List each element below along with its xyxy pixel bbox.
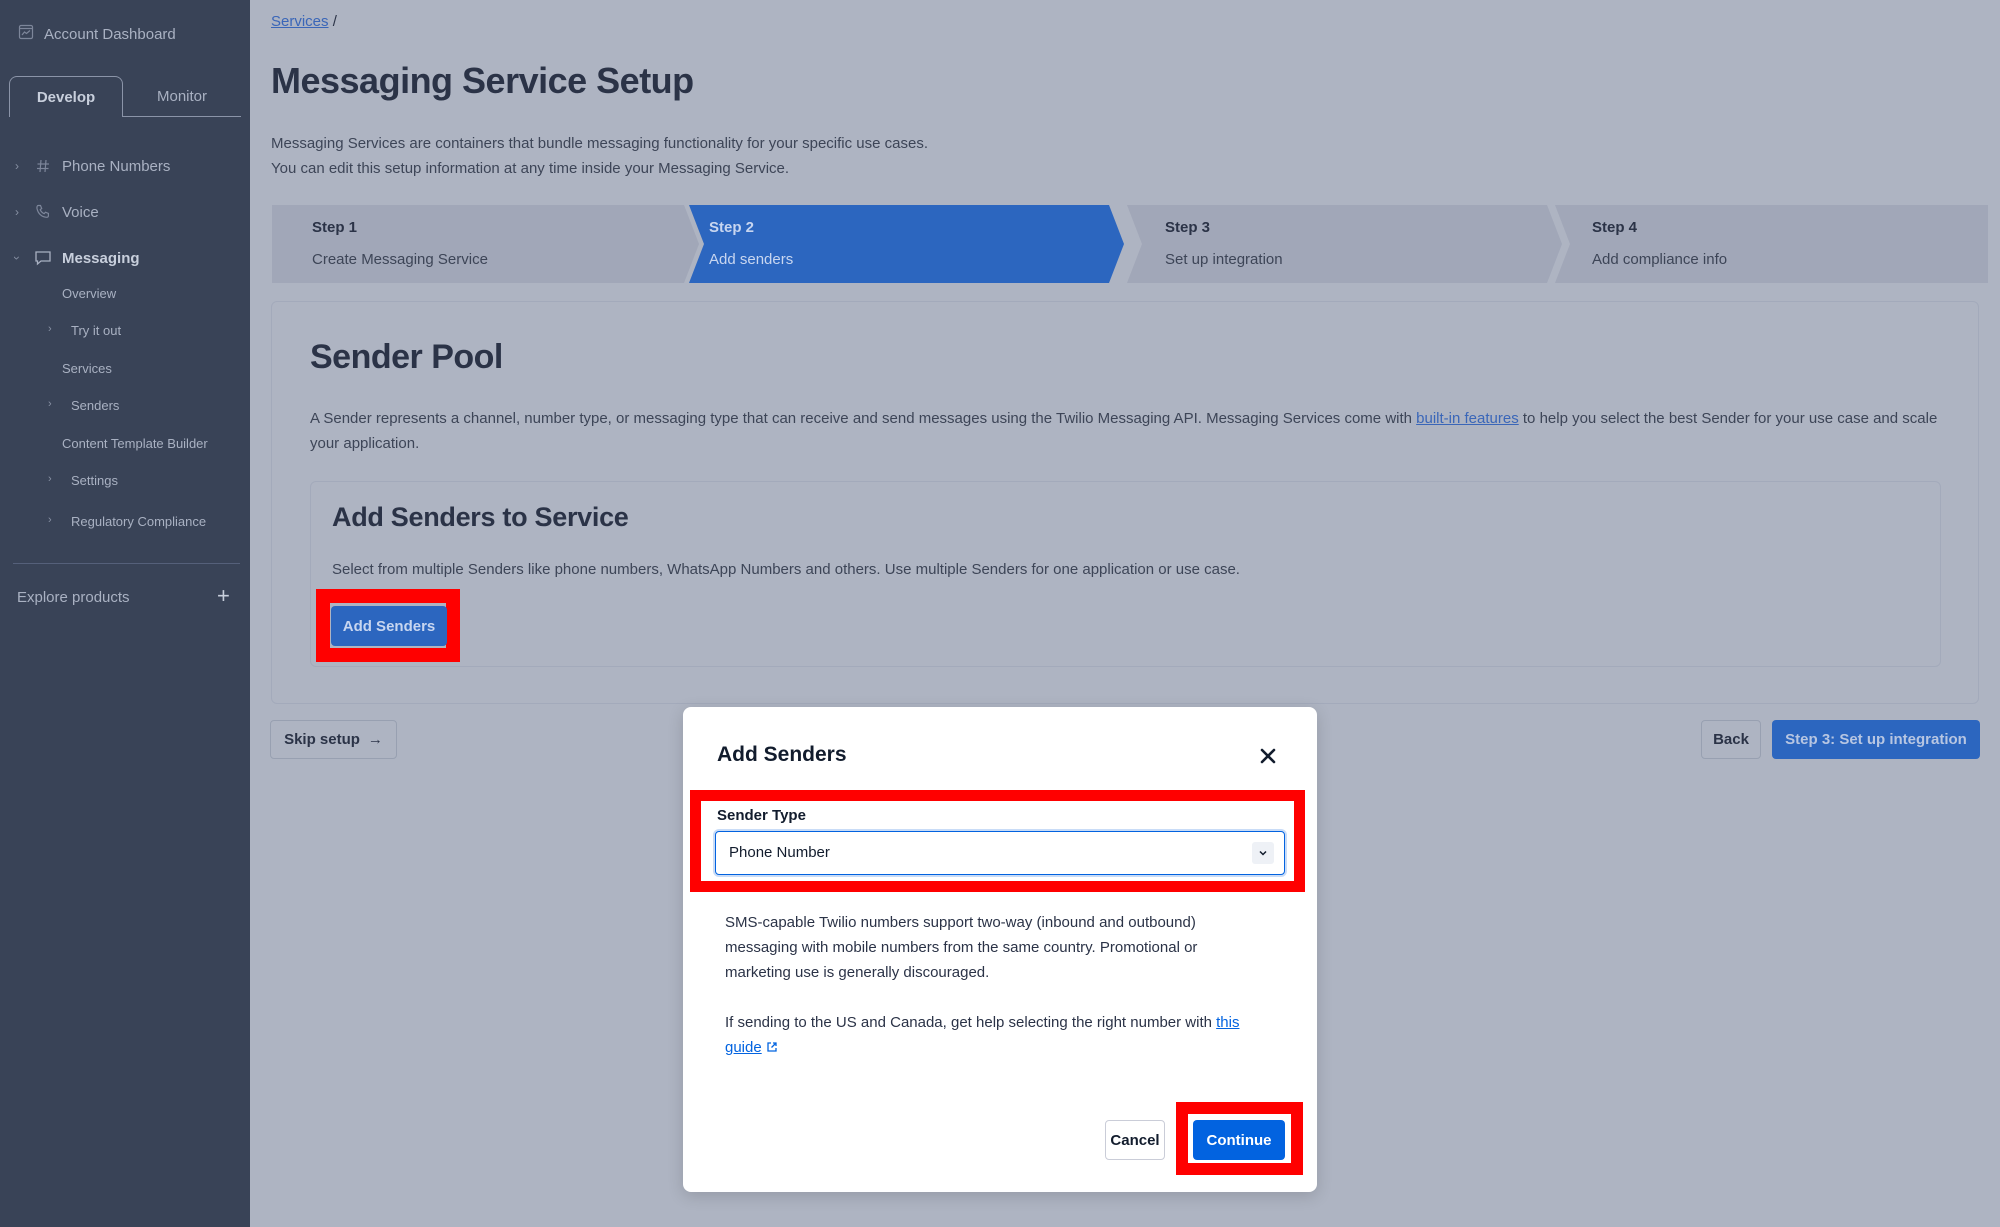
- step-subtitle: Add senders: [709, 251, 794, 268]
- back-button[interactable]: Back: [1701, 720, 1761, 759]
- step-subtitle: Add compliance info: [1592, 251, 1728, 268]
- page-description-line: Messaging Services are containers that b…: [271, 135, 929, 152]
- sender-type-value: Phone Number: [729, 844, 830, 861]
- continue-button[interactable]: Continue: [1193, 1120, 1285, 1160]
- add-senders-description: Select from multiple Senders like phone …: [332, 561, 1240, 578]
- hash-icon: [34, 157, 52, 175]
- step-2: Step 2 Add senders: [689, 205, 1134, 283]
- modal-body: SMS-capable Twilio numbers support two-w…: [725, 910, 1265, 1086]
- sender-type-select[interactable]: Phone Number: [715, 831, 1285, 875]
- sidebar: Account Dashboard Develop Monitor › Phon…: [0, 0, 250, 1227]
- close-icon[interactable]: [1255, 743, 1281, 769]
- setup-stepper: Step 1 Create Messaging Service Step 2 A…: [272, 205, 1988, 283]
- step-1: Step 1 Create Messaging Service: [272, 205, 699, 283]
- sidebar-item-voice[interactable]: › Voice: [0, 200, 250, 224]
- sidebar-subitem-label: Try it out: [71, 323, 122, 338]
- sidebar-subitem-label: Regulatory Compliance: [71, 514, 207, 529]
- sidebar-item-messaging[interactable]: › Messaging: [0, 246, 250, 270]
- breadcrumb-separator: /: [332, 13, 337, 30]
- account-dashboard-label: Account Dashboard: [44, 25, 176, 43]
- step-4-shape: [1555, 205, 1988, 283]
- sidebar-subitem-overview[interactable]: Overview: [0, 286, 250, 306]
- add-senders-button[interactable]: Add Senders: [331, 606, 447, 646]
- sidebar-tabs: Develop Monitor: [9, 76, 241, 117]
- sender-pool-card: Sender Pool A Sender represents a channe…: [271, 301, 1979, 704]
- chevron-right-icon: ›: [48, 514, 52, 526]
- chevron-down-icon: [1252, 842, 1274, 864]
- sidebar-subitem-label: Content Template Builder: [62, 436, 208, 451]
- tab-monitor[interactable]: Monitor: [123, 76, 241, 117]
- add-senders-modal: Add Senders Sender Type Phone Number SMS…: [683, 707, 1317, 1192]
- page-description-line: You can edit this setup information at a…: [271, 160, 790, 177]
- sidebar-subitem-settings[interactable]: › Settings: [0, 473, 250, 493]
- sidebar-subitem-senders[interactable]: › Senders: [0, 398, 250, 418]
- breadcrumb: Services /: [271, 13, 337, 30]
- step-title: Step 4: [1592, 219, 1638, 236]
- sidebar-subitem-label: Senders: [71, 398, 120, 413]
- chat-icon: [34, 249, 52, 267]
- step-subtitle: Create Messaging Service: [312, 251, 488, 268]
- phone-icon: [34, 203, 52, 221]
- dashboard-icon: [18, 24, 34, 44]
- sidebar-item-label: Voice: [62, 203, 99, 221]
- sidebar-subitem-label: Services: [62, 361, 112, 376]
- guide-paragraph: If sending to the US and Canada, get hel…: [725, 1010, 1265, 1061]
- step-3: Step 3 Set up integration: [1127, 205, 1562, 283]
- chevron-down-icon: ›: [10, 256, 24, 260]
- chevron-right-icon: ›: [48, 323, 52, 335]
- step-title: Step 3: [1165, 219, 1211, 236]
- explore-products-link[interactable]: Explore products: [17, 589, 130, 606]
- step-4: Step 4 Add compliance info: [1555, 205, 1988, 283]
- page-title: Messaging Service Setup: [271, 60, 694, 101]
- sender-pool-title: Sender Pool: [310, 338, 503, 376]
- skip-setup-label: Skip setup: [284, 731, 360, 748]
- chevron-right-icon: ›: [48, 473, 52, 485]
- plus-icon[interactable]: +: [217, 583, 230, 609]
- cancel-button[interactable]: Cancel: [1105, 1120, 1165, 1160]
- sidebar-subitem-try-it-out[interactable]: › Try it out: [0, 323, 250, 343]
- next-step-button[interactable]: Step 3: Set up integration: [1772, 720, 1980, 759]
- sidebar-subitem-services[interactable]: Services: [0, 361, 250, 381]
- guide-text: If sending to the US and Canada, get hel…: [725, 1014, 1217, 1031]
- tab-develop[interactable]: Develop: [9, 76, 123, 117]
- step-subtitle: Set up integration: [1165, 251, 1283, 268]
- sidebar-subitem-label: Settings: [71, 473, 118, 488]
- step-title: Step 2: [709, 219, 755, 236]
- skip-setup-button[interactable]: Skip setup →: [270, 720, 397, 759]
- step-2-shape: [689, 205, 1124, 283]
- external-link-icon[interactable]: [766, 1036, 778, 1061]
- chevron-right-icon: ›: [15, 205, 19, 219]
- step-1-shape: [272, 205, 699, 283]
- sender-pool-description: A Sender represents a channel, number ty…: [310, 406, 1950, 456]
- breadcrumb-services-link[interactable]: Services: [271, 13, 329, 30]
- sidebar-subitem-regulatory-compliance[interactable]: › Regulatory Compliance: [0, 514, 250, 534]
- account-dashboard-link[interactable]: Account Dashboard: [18, 24, 176, 44]
- sidebar-item-label: Messaging: [62, 249, 140, 267]
- chevron-right-icon: ›: [15, 159, 19, 173]
- add-senders-title: Add Senders to Service: [332, 502, 629, 532]
- page-description: Messaging Services are containers that b…: [271, 131, 928, 181]
- arrow-right-icon: →: [367, 731, 383, 748]
- sidebar-item-phone-numbers[interactable]: › Phone Numbers: [0, 154, 250, 178]
- step-title: Step 1: [312, 219, 358, 236]
- step-3-shape: [1127, 205, 1562, 283]
- chevron-right-icon: ›: [48, 398, 52, 410]
- sender-type-label: Sender Type: [717, 807, 806, 824]
- add-senders-card: Add Senders to Service Select from multi…: [310, 481, 1941, 667]
- sidebar-divider: [13, 563, 240, 564]
- sidebar-subitem-content-template-builder[interactable]: Content Template Builder: [0, 436, 250, 456]
- sender-type-info: SMS-capable Twilio numbers support two-w…: [725, 914, 1198, 981]
- sidebar-subitem-label: Overview: [62, 286, 117, 301]
- sidebar-item-label: Phone Numbers: [62, 157, 171, 175]
- description-text: A Sender represents a channel, number ty…: [310, 410, 1417, 427]
- built-in-features-link[interactable]: built-in features: [1416, 410, 1519, 427]
- modal-title: Add Senders: [717, 743, 847, 766]
